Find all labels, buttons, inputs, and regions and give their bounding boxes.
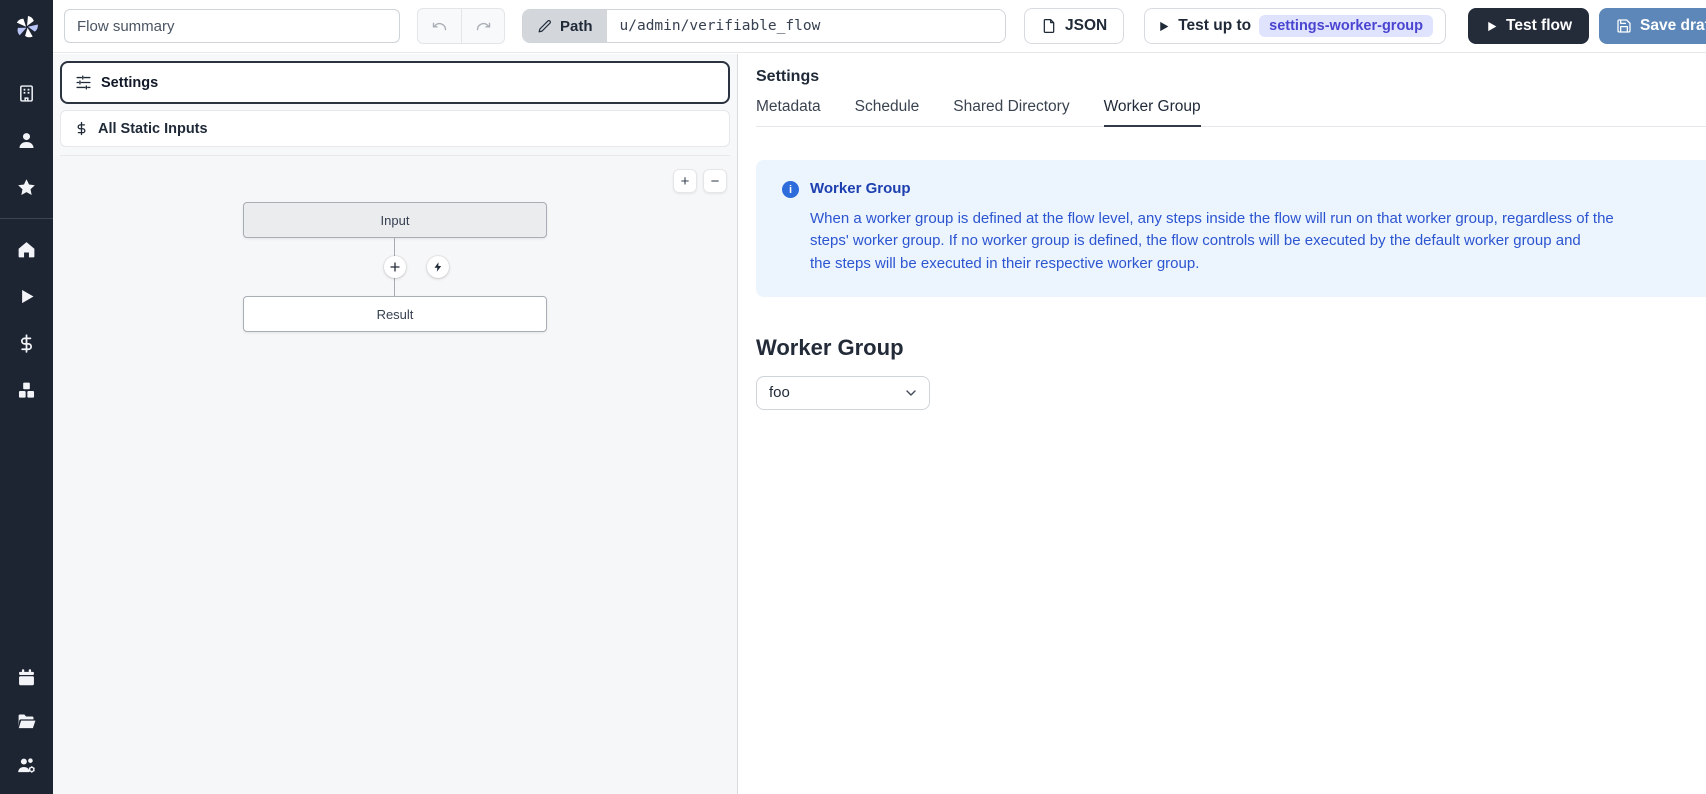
- topbar: Path JSON Test up to settings-worker-gro…: [53, 0, 1706, 53]
- result-node[interactable]: Result: [243, 296, 547, 332]
- zoom-out-button[interactable]: −: [703, 169, 727, 193]
- info-line: When a worker group is defined at the fl…: [810, 208, 1614, 230]
- tab-metadata[interactable]: Metadata: [756, 98, 821, 126]
- redo-button[interactable]: [461, 9, 504, 43]
- undo-button[interactable]: [418, 9, 461, 43]
- play-small-icon: [1157, 20, 1170, 33]
- test-flow-label: Test flow: [1506, 17, 1572, 35]
- path-input[interactable]: [607, 10, 1005, 42]
- tab-shared-directory[interactable]: Shared Directory: [953, 98, 1069, 126]
- trigger-button[interactable]: [427, 256, 449, 278]
- info-text: When a worker group is defined at the fl…: [810, 208, 1614, 275]
- topbar-actions: JSON Test up to settings-worker-group Te…: [1024, 8, 1706, 44]
- user-icon[interactable]: [16, 130, 37, 151]
- worker-group-info-box: i Worker Group When a worker group is de…: [756, 160, 1706, 297]
- flow-canvas[interactable]: + − Input Result: [53, 156, 737, 794]
- flow-editor-panel: Settings All Static Inputs + − Input: [53, 54, 738, 794]
- home-icon[interactable]: [16, 239, 37, 260]
- flow-header: Settings All Static Inputs: [53, 54, 737, 156]
- star-icon[interactable]: [16, 177, 37, 198]
- all-static-inputs-label: All Static Inputs: [98, 121, 208, 137]
- worker-group-select-value: foo: [769, 384, 790, 401]
- flow-settings-item[interactable]: Settings: [60, 61, 730, 104]
- tab-worker-group[interactable]: Worker Group: [1104, 98, 1201, 127]
- settings-tabs: Metadata Schedule Shared Directory Worke…: [756, 98, 1706, 127]
- test-up-to-button[interactable]: Test up to settings-worker-group: [1144, 8, 1446, 44]
- pencil-icon: [537, 19, 552, 34]
- calendar-icon[interactable]: [16, 667, 37, 688]
- users-cog-icon[interactable]: [16, 755, 37, 776]
- redo-icon: [475, 18, 492, 35]
- test-up-to-target-badge: settings-worker-group: [1259, 15, 1433, 37]
- file-json-icon: [1041, 18, 1057, 34]
- info-line: steps' worker group. If no worker group …: [810, 230, 1614, 252]
- path-label: Path: [560, 18, 593, 35]
- settings-panel-title: Settings: [756, 68, 1706, 86]
- sidebar-divider: [0, 218, 53, 219]
- settings-panel: Settings Metadata Schedule Shared Direct…: [739, 54, 1706, 794]
- json-label: JSON: [1065, 17, 1107, 35]
- windmill-logo-icon: [12, 12, 42, 42]
- save-draft-button[interactable]: Save draft: [1599, 8, 1706, 44]
- boxes-icon[interactable]: [16, 380, 37, 401]
- undo-icon: [431, 18, 448, 35]
- chevron-down-icon: [903, 385, 919, 401]
- test-flow-button[interactable]: Test flow: [1468, 8, 1589, 44]
- worker-group-select[interactable]: foo: [756, 376, 930, 410]
- info-icon: i: [782, 181, 799, 198]
- all-static-inputs-item[interactable]: All Static Inputs: [60, 110, 730, 147]
- test-up-to-label: Test up to: [1178, 17, 1251, 35]
- info-title: Worker Group: [810, 180, 1614, 197]
- app-sidebar: [0, 0, 53, 794]
- info-content: Worker Group When a worker group is defi…: [810, 180, 1614, 275]
- plus-icon: [389, 261, 401, 273]
- sliders-icon: [75, 74, 92, 91]
- zoom-in-button[interactable]: +: [673, 169, 697, 193]
- folder-open-icon[interactable]: [16, 711, 37, 732]
- play-icon[interactable]: [16, 286, 37, 307]
- windmill-logo[interactable]: [0, 0, 53, 53]
- dollar-small-icon: [74, 121, 89, 136]
- undo-redo-group: [417, 8, 505, 44]
- info-line: the steps will be executed in their resp…: [810, 253, 1614, 275]
- edit-path-button[interactable]: Path: [523, 10, 607, 42]
- save-icon: [1616, 18, 1632, 34]
- flow-settings-label: Settings: [101, 75, 158, 91]
- building-icon[interactable]: [16, 83, 37, 104]
- input-node[interactable]: Input: [243, 202, 547, 238]
- canvas-zoom-controls: + −: [673, 169, 727, 193]
- tab-schedule[interactable]: Schedule: [855, 98, 920, 126]
- play-white-icon: [1485, 20, 1498, 33]
- worker-group-section-title: Worker Group: [756, 335, 1706, 361]
- add-step-button[interactable]: [384, 256, 406, 278]
- path-group: Path: [522, 9, 1006, 43]
- json-button[interactable]: JSON: [1024, 8, 1124, 44]
- dollar-icon[interactable]: [16, 333, 37, 354]
- flow-summary-input[interactable]: [64, 9, 400, 43]
- zap-icon: [432, 261, 444, 273]
- save-draft-label: Save draft: [1640, 17, 1706, 35]
